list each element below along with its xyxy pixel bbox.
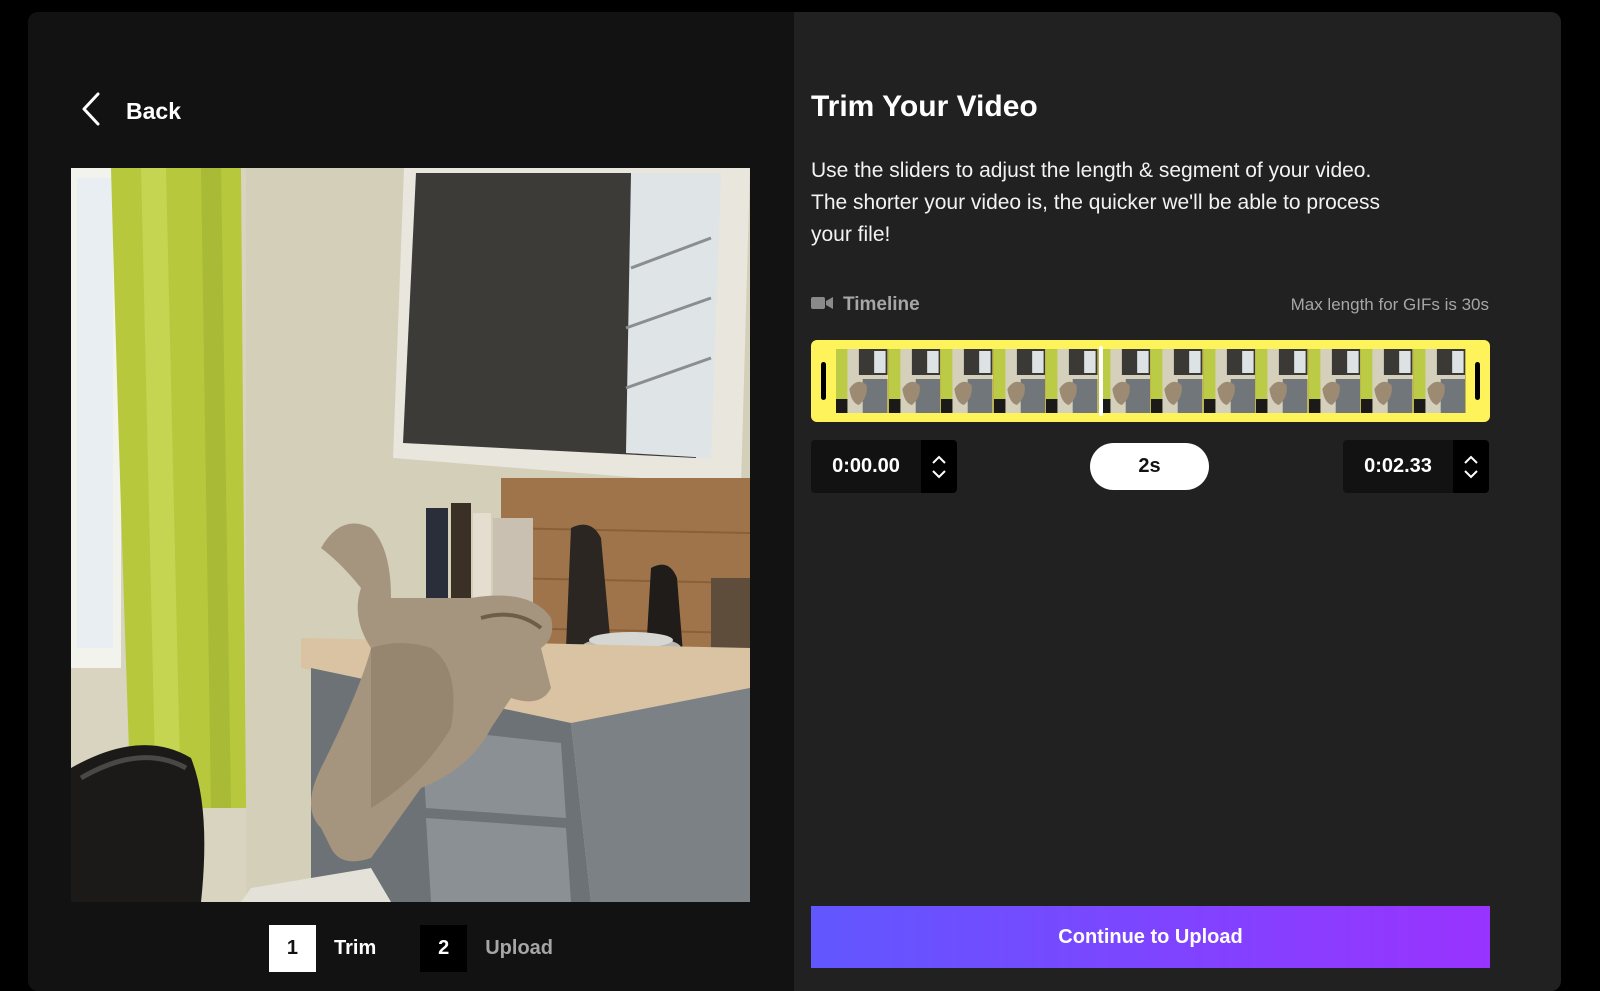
- timeline-thumbnail: [836, 349, 889, 413]
- end-time-control: 0:02.33: [1343, 440, 1489, 493]
- end-time-input[interactable]: 0:02.33: [1343, 440, 1453, 493]
- preview-panel: Back 1 Trim 2 Upload: [28, 12, 794, 991]
- continue-to-upload-button[interactable]: Continue to Upload: [811, 906, 1490, 968]
- step-upload: 2 Upload: [420, 925, 553, 972]
- timeline-thumbnail: [1256, 349, 1309, 413]
- playhead[interactable]: [1099, 346, 1103, 416]
- step-trim: 1 Trim: [268, 925, 377, 972]
- video-preview[interactable]: [71, 168, 750, 902]
- timeline-thumbnail: [1203, 349, 1256, 413]
- timeline-label: Timeline: [843, 294, 920, 315]
- chevron-down-icon[interactable]: [1463, 469, 1479, 479]
- start-time-control: 0:00.00: [811, 440, 957, 493]
- max-length-note: Max length for GIFs is 30s: [1290, 295, 1489, 314]
- step-label-upload: Upload: [485, 937, 554, 959]
- chevron-up-icon[interactable]: [1463, 455, 1479, 465]
- step-number-trim: 1: [268, 925, 316, 972]
- back-button[interactable]: Back: [80, 92, 181, 131]
- timeline-thumbnail: [888, 349, 941, 413]
- step-indicator: 1 Trim 2 Upload: [28, 925, 794, 972]
- timeline-thumbnails: [836, 349, 1466, 413]
- timeline-thumbnail: [1046, 349, 1099, 413]
- timeline-thumbnail: [1361, 349, 1414, 413]
- page-title: Trim Your Video: [811, 90, 1038, 123]
- back-label: Back: [126, 98, 181, 124]
- timeline-thumbnail: [993, 349, 1046, 413]
- start-time-stepper: [921, 440, 957, 493]
- timeline-thumbnail: [1098, 349, 1151, 413]
- duration-badge: 2s: [1090, 443, 1209, 490]
- timeline-thumbnail: [1413, 349, 1466, 413]
- timeline-track[interactable]: [811, 340, 1490, 422]
- step-number-upload: 2: [420, 925, 468, 972]
- video-camera-icon: [811, 295, 833, 316]
- timeline-thumbnail: [941, 349, 994, 413]
- chevron-up-icon[interactable]: [931, 455, 947, 465]
- timeline-header: Timeline Max length for GIFs is 30s: [811, 294, 1489, 316]
- timeline-thumbnail: [1308, 349, 1361, 413]
- step-label-trim: Trim: [333, 937, 377, 959]
- end-time-stepper: [1453, 440, 1489, 493]
- instructions-text: Use the sliders to adjust the length & s…: [811, 159, 1380, 246]
- timeline-title: Timeline: [811, 294, 920, 316]
- start-time-input[interactable]: 0:00.00: [811, 440, 921, 493]
- timeline-thumbnail: [1151, 349, 1204, 413]
- chevron-down-icon[interactable]: [931, 469, 947, 479]
- trim-end-handle[interactable]: [1475, 362, 1480, 400]
- trim-start-handle[interactable]: [821, 362, 826, 400]
- chevron-left-icon: [80, 92, 102, 131]
